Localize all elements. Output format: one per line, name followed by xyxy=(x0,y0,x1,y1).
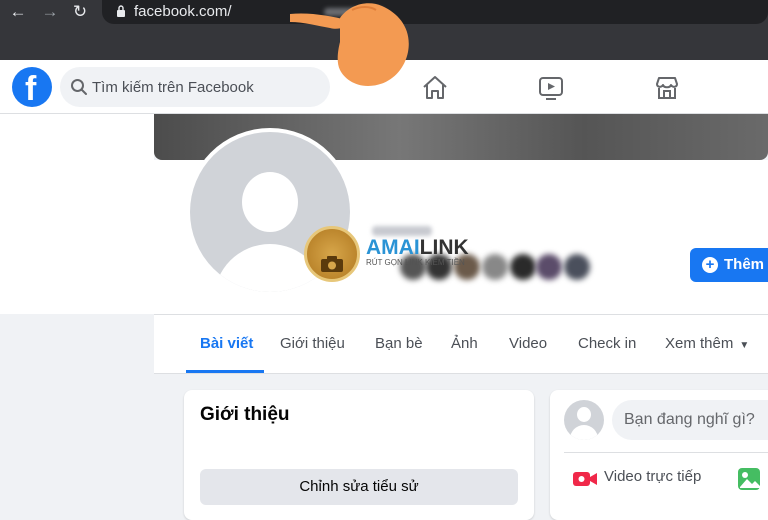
tab-posts[interactable]: Bài viết xyxy=(200,335,253,352)
watch-icon[interactable] xyxy=(537,74,565,102)
post-composer: Bạn đang nghĩ gì? Video trực tiếp xyxy=(550,390,768,520)
facebook-logo[interactable]: f xyxy=(12,67,52,108)
intro-card: Giới thiệu Chỉnh sửa tiểu sử xyxy=(184,390,534,520)
pointing-hand-icon xyxy=(290,3,409,86)
search-icon xyxy=(71,79,87,95)
friends-count-blurred xyxy=(372,226,432,236)
composer-avatar[interactable] xyxy=(564,400,604,440)
intro-title: Giới thiệu xyxy=(200,404,290,425)
address-bar[interactable]: facebook.com/ xyxy=(102,0,768,24)
tab-photos[interactable]: Ảnh xyxy=(451,335,478,352)
arrow-left-icon[interactable]: ← xyxy=(8,2,28,22)
live-video-icon xyxy=(573,472,597,486)
composer-divider xyxy=(564,452,768,453)
photo-video-icon[interactable] xyxy=(736,466,762,492)
lock-icon xyxy=(117,5,125,17)
marketplace-icon[interactable] xyxy=(653,74,681,102)
left-gutter xyxy=(0,114,154,314)
caret-down-icon: ▼ xyxy=(739,340,750,351)
search-input[interactable] xyxy=(92,67,322,107)
tab-more[interactable]: Xem thêm ▼ xyxy=(665,335,749,352)
plus-icon: + xyxy=(702,257,718,273)
url-text: facebook.com/ xyxy=(134,3,232,20)
live-video-label: Video trực tiếp xyxy=(604,468,702,485)
profile-tabs: Bài viết Giới thiệu Bạn bè Ảnh Video Che… xyxy=(154,314,768,374)
watermark-subtitle: RÚT GỌN LINK KIẾM TIỀN xyxy=(366,258,465,267)
arrow-right-icon[interactable]: → xyxy=(40,2,60,22)
facebook-logo-letter: f xyxy=(25,70,37,108)
reload-icon[interactable]: ↻ xyxy=(70,2,90,22)
tab-video[interactable]: Video xyxy=(509,335,547,352)
composer-input[interactable]: Bạn đang nghĩ gì? xyxy=(612,400,768,440)
tab-checkin[interactable]: Check in xyxy=(578,335,636,352)
tab-about[interactable]: Giới thiệu xyxy=(280,335,345,352)
camera-icon[interactable] xyxy=(304,226,360,282)
tab-friends[interactable]: Bạn bè xyxy=(375,335,423,352)
home-icon[interactable] xyxy=(421,74,449,102)
active-tab-indicator xyxy=(186,370,264,373)
add-story-label: Thêm v xyxy=(724,256,768,273)
add-story-button[interactable]: + Thêm v xyxy=(690,248,768,282)
watermark-title-a: AMAI xyxy=(366,236,420,259)
amailink-watermark: AMAILINK RÚT GỌN LINK KIẾM TIỀN xyxy=(366,236,469,267)
edit-bio-button[interactable]: Chỉnh sửa tiểu sử xyxy=(200,469,518,505)
watermark-title-b: LINK xyxy=(419,236,469,259)
tab-more-label: Xem thêm xyxy=(665,335,734,352)
